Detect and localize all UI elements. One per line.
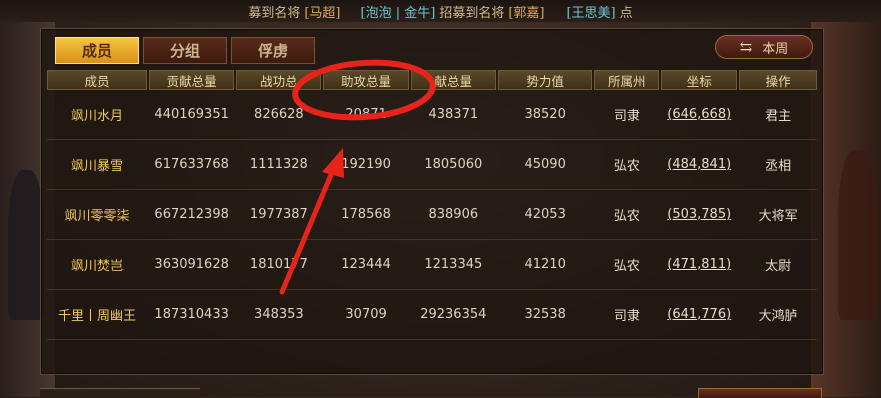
state: 司隶 bbox=[613, 109, 640, 124]
column-header[interactable]: 助攻总量 bbox=[323, 70, 409, 90]
coordinate-link[interactable]: (503,785) bbox=[661, 190, 737, 239]
donation-total: 838906 bbox=[428, 207, 479, 222]
tab-bar: 成员 分组 俘虏 bbox=[55, 37, 315, 64]
donation-total bbox=[411, 340, 496, 374]
ticker-text: 募到名将 bbox=[248, 5, 301, 21]
ticker-general: [马超] bbox=[304, 5, 341, 21]
assist-total bbox=[323, 340, 408, 374]
merit-total bbox=[236, 340, 321, 374]
state: 弘农 bbox=[613, 259, 640, 274]
coordinate-link[interactable]: (484,841) bbox=[661, 140, 737, 189]
table-row[interactable]: 飒川暴雪 617633768 1111328 192190 1805060 45… bbox=[47, 140, 817, 190]
merit-total: 1111328 bbox=[249, 157, 308, 172]
column-header[interactable]: 战功总 bbox=[236, 70, 322, 90]
power-value: 42053 bbox=[524, 207, 566, 222]
column-header[interactable]: 所属州 bbox=[594, 70, 660, 90]
assist-total: 192190 bbox=[341, 157, 391, 172]
ticker-text: 点 bbox=[619, 5, 633, 21]
contribution-total: 667212398 bbox=[154, 207, 229, 222]
column-header[interactable]: 坐标 bbox=[661, 70, 738, 90]
contribution-total: 363091628 bbox=[154, 257, 229, 272]
ticker-player: [泡泡 | 金牛] bbox=[360, 5, 436, 21]
role[interactable]: 丞相 bbox=[739, 140, 817, 189]
contribution-total: 617633768 bbox=[154, 157, 229, 172]
column-header[interactable]: 势力值 bbox=[497, 70, 593, 90]
power-value: 41210 bbox=[524, 257, 566, 272]
members-table: 成员 贡献总量 战功总 助攻总量 献总量 势力值 所属州 坐标 操作 飒川水月 … bbox=[47, 70, 818, 374]
member-name[interactable]: 飒川零零柒 bbox=[47, 190, 147, 239]
week-button-label: 本周 bbox=[762, 41, 789, 57]
member-name[interactable]: 飒川焚岂 bbox=[47, 240, 147, 289]
column-header[interactable]: 献总量 bbox=[410, 70, 496, 90]
merit-total: 348353 bbox=[254, 307, 304, 322]
table-row[interactable]: 飒川水月 440169351 826628 20871 438371 38520… bbox=[47, 90, 817, 140]
column-header[interactable]: 贡献总量 bbox=[149, 70, 235, 90]
state bbox=[594, 340, 659, 374]
table-row[interactable]: 飒川零零柒 667212398 1977387 178568 838906 42… bbox=[47, 190, 817, 240]
week-filter-button[interactable]: ⇆ 本周 bbox=[715, 35, 813, 59]
background-figure bbox=[838, 150, 878, 320]
state: 弘农 bbox=[613, 159, 640, 174]
role[interactable] bbox=[739, 340, 817, 374]
assist-total: 20871 bbox=[345, 107, 387, 122]
power-value: 32538 bbox=[524, 307, 566, 322]
merit-total: 1977387 bbox=[249, 207, 308, 222]
donation-total: 1805060 bbox=[424, 157, 483, 172]
role[interactable]: 太尉 bbox=[739, 240, 817, 289]
donation-total: 1213345 bbox=[424, 257, 483, 272]
contribution-total: 187310433 bbox=[154, 307, 229, 322]
coordinate-link[interactable] bbox=[661, 340, 737, 374]
tab-groups[interactable]: 分组 bbox=[143, 37, 227, 64]
role[interactable]: 君主 bbox=[739, 90, 817, 139]
power-value bbox=[498, 340, 592, 374]
power-value: 38520 bbox=[524, 107, 566, 122]
assist-total: 123444 bbox=[341, 257, 391, 272]
ticker-player: [王思美] bbox=[566, 5, 616, 21]
member-name[interactable]: 飒川暴雪 bbox=[47, 140, 147, 189]
donation-total: 438371 bbox=[428, 107, 479, 122]
ticker-general: [郭嘉] bbox=[508, 5, 545, 21]
column-header[interactable]: 操作 bbox=[739, 70, 818, 90]
contribution-total bbox=[149, 340, 234, 374]
member-name[interactable]: 千里丨周幽王 bbox=[47, 290, 147, 339]
state: 弘农 bbox=[613, 209, 640, 224]
role[interactable]: 大将军 bbox=[739, 190, 817, 239]
ticker-text: 招募到名将 bbox=[439, 5, 505, 21]
alliance-members-panel: 成员 分组 俘虏 ⇆ 本周 成员 贡献总量 战功总 助攻总量 献总量 势力值 所… bbox=[40, 28, 824, 375]
tab-members[interactable]: 成员 bbox=[55, 37, 139, 64]
tab-prisoners[interactable]: 俘虏 bbox=[231, 37, 315, 64]
table-row[interactable] bbox=[47, 340, 817, 374]
donation-total: 29236354 bbox=[420, 307, 487, 322]
column-header[interactable]: 成员 bbox=[47, 70, 148, 90]
broadcast-ticker: 募到名将 [马超] [泡泡 | 金牛] 招募到名将 [郭嘉] [王思美] 点 bbox=[0, 0, 881, 22]
member-name[interactable] bbox=[47, 340, 147, 374]
member-name[interactable]: 飒川水月 bbox=[47, 90, 147, 139]
merit-total: 1810177 bbox=[249, 257, 308, 272]
background-figure bbox=[8, 170, 44, 320]
coordinate-link[interactable]: (641,776) bbox=[661, 290, 737, 339]
table-row[interactable]: 飒川焚岂 363091628 1810177 123444 1213345 41… bbox=[47, 240, 817, 290]
contribution-total: 440169351 bbox=[154, 107, 229, 122]
assist-total: 30709 bbox=[345, 307, 387, 322]
table-header: 成员 贡献总量 战功总 助攻总量 献总量 势力值 所属州 坐标 操作 bbox=[47, 70, 818, 90]
merit-total: 826628 bbox=[254, 107, 304, 122]
state: 司隶 bbox=[613, 309, 640, 324]
role[interactable]: 大鸿胪 bbox=[739, 290, 817, 339]
assist-total: 178568 bbox=[341, 207, 391, 222]
power-value: 45090 bbox=[524, 157, 566, 172]
coordinate-link[interactable]: (646,668) bbox=[661, 90, 737, 139]
coordinate-link[interactable]: (471,811) bbox=[661, 240, 737, 289]
table-row[interactable]: 千里丨周幽王 187310433 348353 30709 29236354 3… bbox=[47, 290, 817, 340]
refresh-icon: ⇆ bbox=[739, 38, 753, 56]
